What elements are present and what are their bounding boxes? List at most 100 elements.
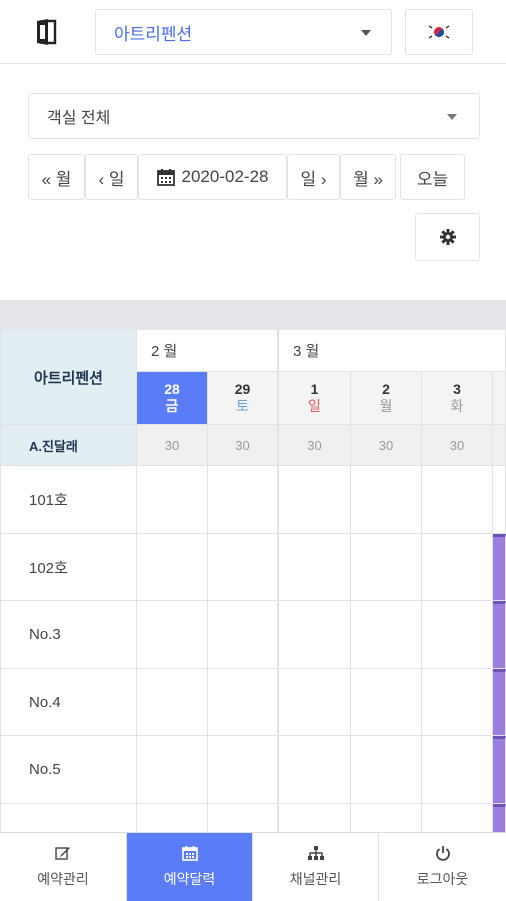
nav-calendar[interactable]: 예약달력 xyxy=(127,833,253,901)
availability-count: 30 xyxy=(378,437,394,453)
day-of-week: 월 xyxy=(379,398,393,414)
sitemap-icon xyxy=(307,846,324,860)
nav-logout[interactable]: 로그아웃 xyxy=(379,833,506,901)
day-cell[interactable] xyxy=(208,736,279,804)
day-cell[interactable] xyxy=(137,601,208,669)
language-button[interactable] xyxy=(405,9,473,55)
day-header[interactable]: 28 금 xyxy=(137,372,208,425)
availability-count: 30 xyxy=(449,437,465,453)
day-cell[interactable] xyxy=(208,669,279,736)
nav-label: 예약관리 xyxy=(37,871,89,887)
room-name-cell: 101호 xyxy=(0,466,137,534)
current-date: 2020-02-28 xyxy=(181,167,269,186)
booking-bar[interactable] xyxy=(493,534,506,601)
power-icon xyxy=(435,846,450,861)
day-cell[interactable] xyxy=(351,669,422,736)
day-of-week: 금 xyxy=(165,398,179,414)
day-cell[interactable] xyxy=(137,736,208,804)
booking-bar[interactable] xyxy=(493,669,506,736)
day-cell[interactable] xyxy=(422,736,493,804)
availability-cell: 30 xyxy=(208,425,279,466)
today-button[interactable]: 오늘 xyxy=(400,154,465,200)
availability-cell: 30 xyxy=(137,425,208,466)
day-cell[interactable] xyxy=(279,466,351,534)
room-type-cell: A.진달래 xyxy=(0,425,137,466)
room-name: 101호 xyxy=(29,492,68,509)
day-cell[interactable] xyxy=(279,534,351,601)
month-label: 2 월 xyxy=(151,343,178,360)
today-label: 오늘 xyxy=(416,169,449,189)
top-bar: 아트리펜션 xyxy=(0,0,506,64)
day-cell[interactable] xyxy=(137,466,208,534)
day-header-partial xyxy=(493,372,506,425)
day-header[interactable]: 2 월 xyxy=(351,372,422,425)
nav-channels[interactable]: 채널관리 xyxy=(253,833,379,901)
prev-day-label: ‹ 일 xyxy=(98,169,125,189)
day-number: 3 xyxy=(453,381,461,397)
room-name: 102호 xyxy=(29,559,68,577)
prev-month-button[interactable]: « 월 xyxy=(28,154,85,200)
settings-button[interactable] xyxy=(415,213,480,261)
availability-cell: 30 xyxy=(422,425,493,466)
day-header[interactable]: 1 일 xyxy=(279,372,351,425)
calendar-icon xyxy=(181,846,198,861)
day-cell[interactable] xyxy=(422,466,493,534)
room-type-label: A.진달래 xyxy=(29,438,78,454)
day-cell[interactable] xyxy=(351,736,422,804)
day-of-week: 일 xyxy=(308,398,321,414)
prev-day-button[interactable]: ‹ 일 xyxy=(85,154,138,200)
day-cell[interactable] xyxy=(208,466,279,534)
booking-bar[interactable] xyxy=(493,601,506,669)
day-cell[interactable] xyxy=(137,534,208,601)
day-cell[interactable] xyxy=(351,534,422,601)
day-cell[interactable] xyxy=(137,669,208,736)
day-cell[interactable] xyxy=(351,601,422,669)
bottom-nav: 예약관리 예약달력 채널관리 로그아웃 xyxy=(0,832,506,901)
day-cell[interactable] xyxy=(422,601,493,669)
day-of-week: 토 xyxy=(236,398,249,414)
booking-bar[interactable] xyxy=(493,736,506,804)
day-number: 29 xyxy=(234,381,251,397)
prev-month-label: « 월 xyxy=(41,169,72,189)
day-header[interactable]: 3 화 xyxy=(422,372,493,425)
next-day-label: 일 › xyxy=(300,169,327,189)
property-select[interactable]: 아트리펜션 xyxy=(95,9,392,55)
room-name: No.3 xyxy=(29,626,61,643)
calendar-top-band xyxy=(0,300,506,330)
day-cell[interactable] xyxy=(351,466,422,534)
day-cell[interactable] xyxy=(279,669,351,736)
day-header[interactable]: 29 토 xyxy=(208,372,279,425)
korea-flag-icon xyxy=(427,23,451,41)
room-name: No.5 xyxy=(29,761,61,778)
day-cell[interactable] xyxy=(422,534,493,601)
day-cell[interactable] xyxy=(279,601,351,669)
day-of-week: 화 xyxy=(450,398,464,414)
edit-icon xyxy=(55,847,70,860)
chevron-down-icon xyxy=(447,114,457,120)
next-month-label: 월 » xyxy=(353,169,383,189)
next-day-button[interactable]: 일 › xyxy=(287,154,340,200)
day-cell[interactable] xyxy=(208,601,279,669)
nav-label: 로그아웃 xyxy=(416,871,469,887)
day-cell[interactable] xyxy=(208,534,279,601)
day-number: 28 xyxy=(164,381,180,397)
calendar-icon xyxy=(156,169,175,186)
nav-label: 채널관리 xyxy=(289,871,342,887)
room-select[interactable]: 객실 전체 xyxy=(28,93,480,139)
month-header-feb: 2 월 xyxy=(137,330,279,372)
room-name: No.4 xyxy=(29,693,61,711)
property-select-value: 아트리펜션 xyxy=(114,24,193,44)
month-header-mar: 3 월 xyxy=(279,330,506,372)
next-month-button[interactable]: 월 » xyxy=(340,154,396,200)
availability-cell: 30 xyxy=(279,425,351,466)
day-cell[interactable] xyxy=(422,669,493,736)
nav-reservations[interactable]: 예약관리 xyxy=(0,833,127,901)
availability-count: 30 xyxy=(235,437,250,453)
availability-cell-partial xyxy=(493,425,506,466)
day-cell[interactable] xyxy=(279,736,351,804)
room-select-value: 객실 전체 xyxy=(47,110,111,127)
room-name-cell: No.3 xyxy=(0,601,137,669)
door-logo-icon[interactable] xyxy=(34,18,58,46)
availability-cell: 30 xyxy=(351,425,422,466)
date-picker-button[interactable]: 2020-02-28 xyxy=(138,154,287,200)
